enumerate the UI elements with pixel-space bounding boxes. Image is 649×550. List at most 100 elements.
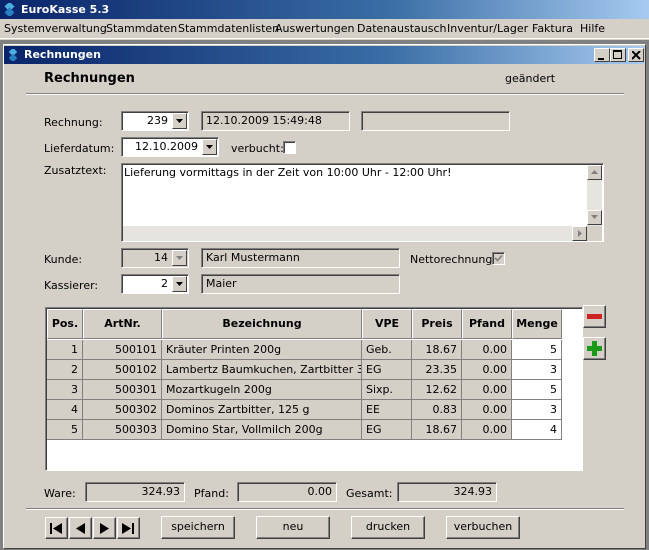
chevron-down-icon [176, 119, 183, 123]
app-title: EuroKasse 5.3 [21, 3, 110, 16]
arrow-down-icon [591, 215, 598, 219]
rechnung-extra-field [361, 111, 510, 131]
lieferdatum-dropdown-button[interactable] [202, 139, 217, 155]
verbucht-label: verbucht: [231, 142, 284, 155]
column-header-vpe[interactable]: VPE [362, 309, 412, 339]
menu-systemverwaltung[interactable]: Systemverwaltung [4, 22, 107, 35]
maximize-button[interactable] [610, 48, 626, 62]
add-row-button[interactable] [583, 337, 606, 360]
cell-bezeichnung: Kräuter Printen 200g [162, 340, 362, 360]
nettorechnung-checkbox[interactable] [492, 252, 505, 265]
cell-menge[interactable]: 4 [512, 420, 562, 440]
cell-bezeichnung: Mozartkugeln 200g [162, 380, 362, 400]
window-title: Rechnungen [24, 48, 101, 61]
kunde-dropdown-button[interactable] [172, 250, 187, 266]
window-title-bar[interactable]: Rechnungen [4, 46, 644, 64]
previous-record-icon [76, 523, 85, 534]
cell-vpe: Geb. [362, 340, 412, 360]
scroll-down-button[interactable] [587, 210, 602, 225]
menu-auswertungen[interactable]: Auswertungen [275, 22, 355, 35]
minimize-icon [598, 58, 604, 60]
column-header-pos[interactable]: Pos. [47, 309, 83, 339]
last-record-button[interactable] [117, 517, 140, 539]
header-divider [26, 93, 624, 95]
status-text: geändert [505, 72, 556, 85]
rechnung-select[interactable]: 239 [121, 111, 189, 131]
plus-icon [587, 341, 602, 356]
gesamt-total-field: 324.93 [397, 482, 497, 502]
cell-pfand: 0.00 [462, 340, 512, 360]
remove-row-button[interactable] [583, 305, 606, 328]
column-header-preis[interactable]: Preis [412, 309, 462, 339]
cell-pos: 1 [47, 340, 83, 360]
column-header-menge[interactable]: Menge [512, 309, 562, 339]
next-record-button[interactable] [93, 517, 116, 539]
cell-preis: 0.83 [412, 400, 462, 420]
last-record-icon [122, 523, 134, 534]
minimize-button[interactable] [594, 48, 610, 62]
rechnung-dropdown-button[interactable] [172, 113, 187, 129]
rechnung-value: 239 [147, 114, 168, 127]
cell-preis: 23.35 [412, 360, 462, 380]
menu-faktura[interactable]: Faktura [532, 22, 573, 35]
cell-vpe: EG [362, 360, 412, 380]
cell-menge[interactable]: 3 [512, 400, 562, 420]
arrow-right-icon [578, 230, 582, 237]
zusatztext-textarea[interactable]: Lieferung vormittags in der Zeit von 10:… [121, 163, 604, 242]
kassierer-label: Kassierer: [44, 279, 99, 292]
previous-record-button[interactable] [69, 517, 92, 539]
cell-pfand: 0.00 [462, 400, 512, 420]
column-header-artnr[interactable]: ArtNr. [83, 309, 162, 339]
minus-icon [587, 314, 602, 319]
cell-pos: 4 [47, 400, 83, 420]
cell-pos: 2 [47, 360, 83, 380]
cell-bezeichnung: Dominos Zartbitter, 125 g [162, 400, 362, 420]
kassierer-dropdown-button[interactable] [172, 276, 187, 292]
speichern-button[interactable]: speichern [161, 516, 235, 539]
menu-bar: Systemverwaltung Stammdaten Stammdatenli… [0, 19, 649, 39]
cell-vpe: EE [362, 400, 412, 420]
neu-button[interactable]: neu [256, 516, 330, 539]
menu-datenaustausch[interactable]: Datenaustausch [357, 22, 446, 35]
horizontal-scrollbar[interactable] [123, 226, 587, 241]
scrollbar-corner [587, 226, 602, 241]
ware-label: Ware: [44, 487, 76, 500]
kunde-label: Kunde: [44, 253, 83, 266]
scroll-up-button[interactable] [587, 165, 602, 180]
kunde-select[interactable]: 14 [121, 248, 189, 268]
close-button[interactable] [628, 48, 644, 62]
menu-stammdaten[interactable]: Stammdaten [106, 22, 177, 35]
chevron-down-icon [206, 145, 213, 149]
rechnung-datetime-field: 12.10.2009 15:49:48 [201, 111, 350, 131]
cell-menge[interactable]: 5 [512, 380, 562, 400]
app-title-bar: EuroKasse 5.3 [0, 0, 649, 19]
verbuchen-button[interactable]: verbuchen [446, 516, 520, 539]
kassierer-value: 2 [161, 277, 168, 290]
first-record-button[interactable] [45, 517, 68, 539]
zusatztext-label: Zusatztext: [44, 164, 107, 177]
kunde-name-field: Karl Mustermann [201, 248, 400, 268]
close-icon [632, 51, 641, 60]
scroll-right-button[interactable] [572, 226, 587, 241]
menu-inventur-lager[interactable]: Inventur/Lager [447, 22, 528, 35]
lieferdatum-label: Lieferdatum: [44, 142, 115, 155]
cell-menge[interactable]: 5 [512, 340, 562, 360]
chevron-down-icon [176, 256, 183, 260]
nettorechnung-label: Nettorechnung: [410, 253, 497, 266]
ware-total-field: 324.93 [85, 482, 185, 502]
menu-hilfe[interactable]: Hilfe [580, 22, 605, 35]
lieferdatum-value: 12.10.2009 [135, 140, 198, 153]
cell-bezeichnung: Lambertz Baumkuchen, Zartbitter 300g [162, 360, 362, 380]
cell-bezeichnung: Domino Star, Vollmilch 200g [162, 420, 362, 440]
lieferdatum-select[interactable]: 12.10.2009 [121, 137, 219, 157]
cell-menge[interactable]: 3 [512, 360, 562, 380]
kassierer-select[interactable]: 2 [121, 274, 189, 294]
kunde-value: 14 [154, 251, 168, 264]
cell-pos: 5 [47, 420, 83, 440]
menu-stammdatenlisten[interactable]: Stammdatenlisten [178, 22, 279, 35]
drucken-button[interactable]: drucken [351, 516, 425, 539]
column-header-pfand[interactable]: Pfand [462, 309, 512, 339]
verbucht-checkbox[interactable] [283, 141, 296, 154]
column-header-bezeichnung[interactable]: Bezeichnung [162, 309, 362, 339]
maximize-icon [613, 50, 622, 59]
